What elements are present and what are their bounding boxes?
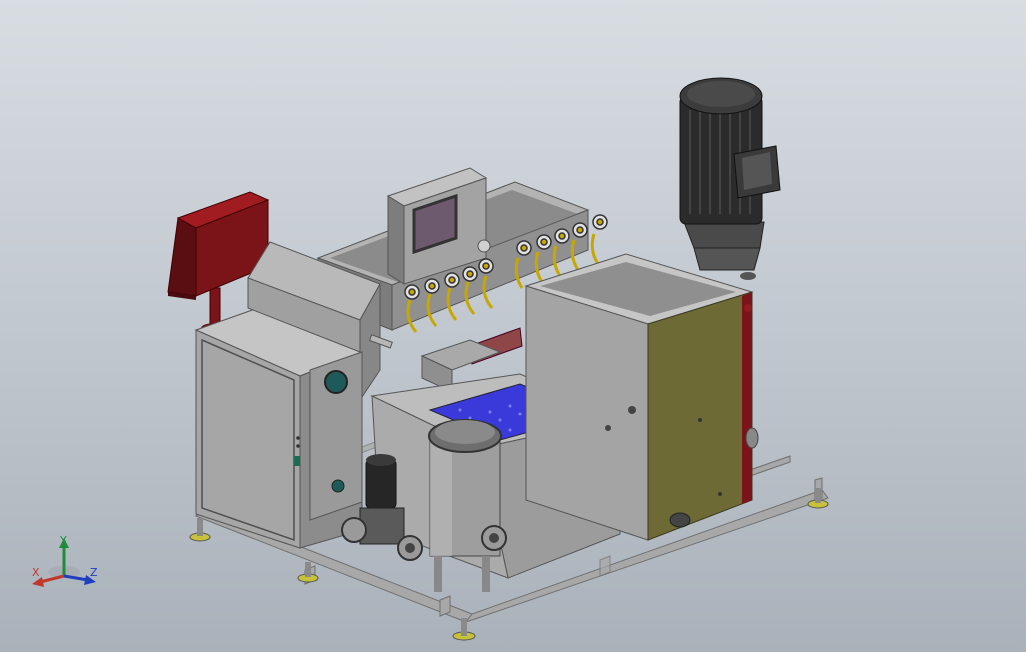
cad-viewport[interactable]: X Y Z [0,0,1026,652]
yellow-panel [647,291,753,541]
cabinet-indicator [296,436,300,440]
orientation-triad: X Y Z [22,530,112,600]
teal-port [324,370,348,394]
machine-model[interactable] [0,0,1026,652]
triad-z-label: Z [90,566,98,579]
motor-assembly [679,77,781,280]
drain-fitting [669,512,691,528]
pressure-gauge [590,214,608,265]
triad-x-label: X [32,566,40,579]
triad-y-label: Y [60,534,67,547]
control-knob [477,239,491,253]
cabinet-switch [294,456,300,466]
right-tank [524,253,754,541]
triad-axes [32,538,96,587]
pump-flange-left [341,517,367,543]
